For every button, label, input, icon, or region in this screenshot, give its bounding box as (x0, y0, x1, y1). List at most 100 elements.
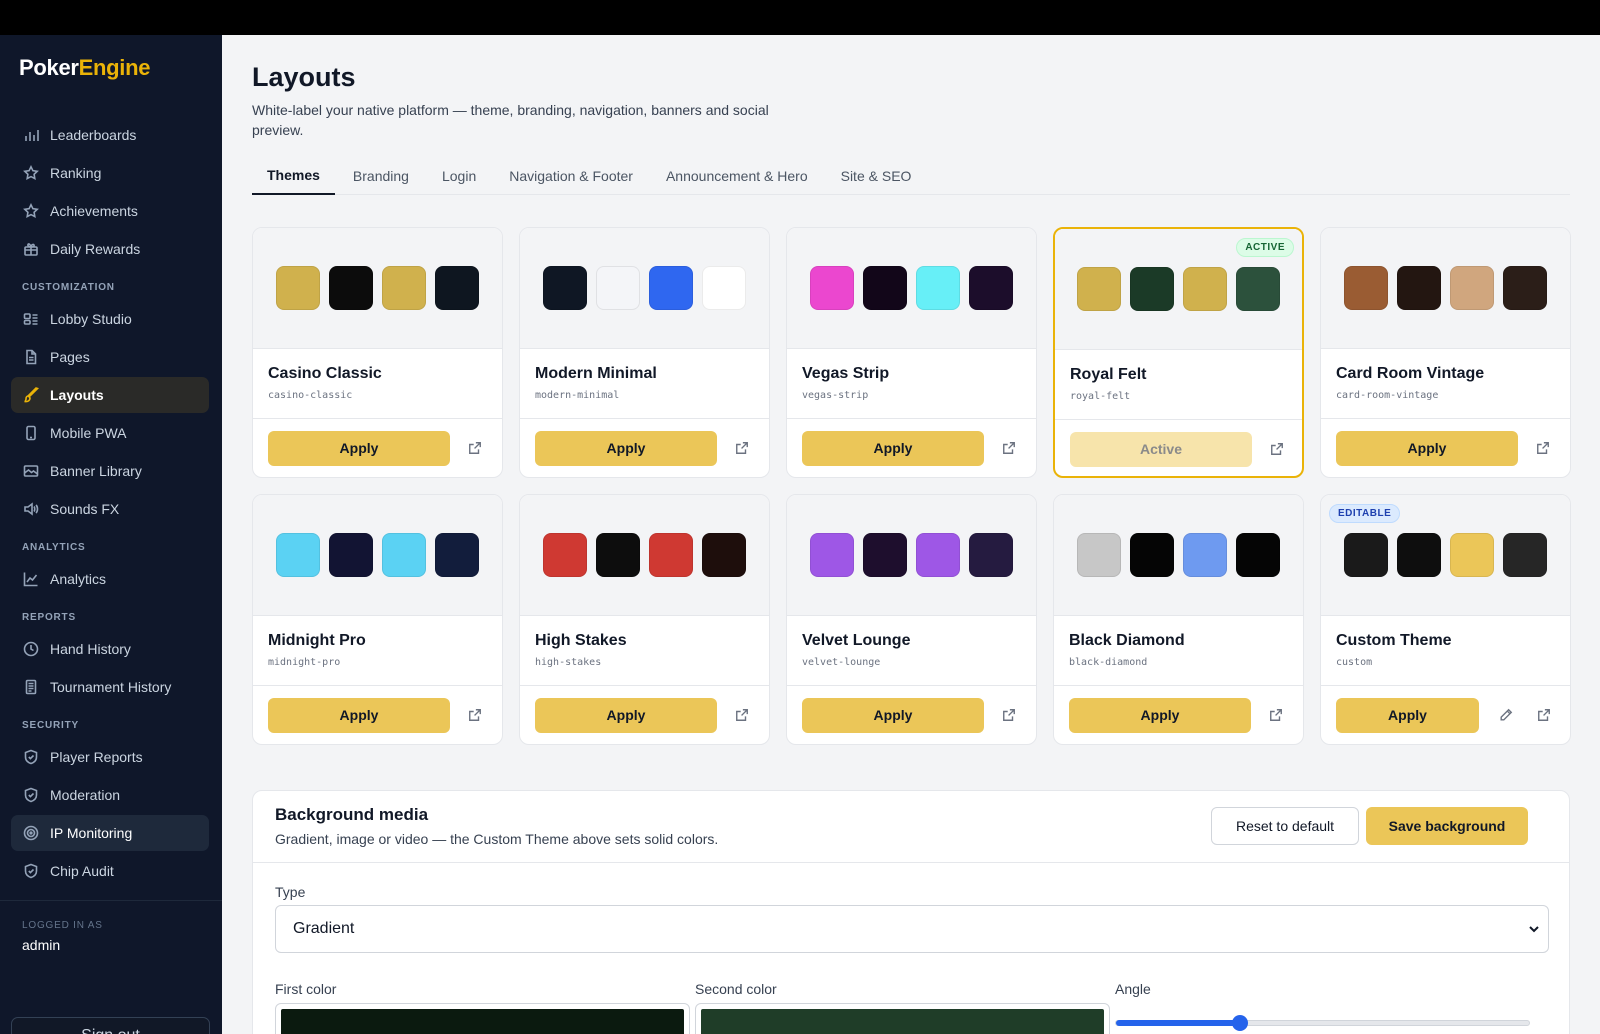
brand-logo-poker: Poker (19, 55, 79, 80)
theme-card-actions: Apply (1321, 686, 1570, 744)
sidebar-item-ip-monitoring[interactable]: IP Monitoring (11, 815, 209, 851)
apply-theme-button[interactable]: Apply (535, 430, 717, 466)
page-subtitle: White-label your native platform — theme… (252, 102, 769, 138)
external-link-icon[interactable] (733, 439, 751, 457)
brand-logo[interactable]: PokerEngine (19, 55, 151, 81)
active-badge: ACTIVE (1236, 238, 1294, 257)
theme-card: Midnight Pro midnight-pro Apply (252, 494, 503, 745)
external-link-icon[interactable] (1534, 439, 1552, 457)
angle-label: Angle (1115, 981, 1151, 997)
tab-login[interactable]: Login (427, 157, 491, 195)
color-swatch (1344, 266, 1388, 310)
sign-out-button[interactable]: Sign out (11, 1017, 210, 1034)
line-chart-icon (23, 571, 39, 587)
tab-site-seo[interactable]: Site & SEO (826, 157, 927, 195)
theme-slug: casino-classic (268, 390, 353, 401)
external-link-icon[interactable] (733, 706, 751, 724)
apply-theme-button[interactable]: Apply (268, 697, 450, 733)
star-icon (23, 165, 39, 181)
sidebar-item-banner-library[interactable]: Banner Library (11, 453, 209, 489)
sidebar-item-layouts[interactable]: Layouts (11, 377, 209, 413)
color-swatch (1077, 533, 1121, 577)
external-link-icon[interactable] (1000, 706, 1018, 724)
color-swatch (1130, 267, 1174, 311)
sidebar-item-label: Leaderboards (50, 127, 137, 143)
angle-slider-thumb[interactable] (1231, 1015, 1248, 1031)
theme-name: Black Diamond (1069, 632, 1185, 649)
theme-card-body: Black Diamond black-diamond (1054, 616, 1303, 686)
sidebar-item-achievements[interactable]: Achievements (11, 193, 209, 229)
tab-navigation-footer[interactable]: Navigation & Footer (494, 157, 648, 195)
pencil-icon[interactable] (1497, 706, 1515, 724)
active-theme-button: Active (1070, 431, 1252, 467)
type-label: Type (275, 884, 306, 900)
theme-card: Vegas Strip vegas-strip Apply (786, 227, 1037, 478)
external-link-icon[interactable] (1268, 440, 1286, 458)
external-link-icon[interactable] (1000, 439, 1018, 457)
sidebar-item-lobby-studio[interactable]: Lobby Studio (11, 301, 209, 337)
color-swatch (435, 266, 479, 310)
theme-slug: black-diamond (1069, 657, 1148, 668)
color-swatch (969, 533, 1013, 577)
theme-card: High Stakes high-stakes Apply (519, 494, 770, 745)
theme-name: High Stakes (535, 632, 627, 649)
color-swatch (329, 266, 373, 310)
apply-theme-button[interactable]: Apply (1336, 430, 1518, 466)
theme-swatch-row (787, 228, 1036, 349)
background-media-panel: Background media Gradient, image or vide… (252, 790, 1570, 1034)
sidebar-item-label: Achievements (50, 203, 138, 219)
sidebar-item-mobile-pwa[interactable]: Mobile PWA (11, 415, 209, 451)
shield-icon (23, 863, 39, 879)
tab-announcement-hero[interactable]: Announcement & Hero (651, 157, 823, 195)
external-link-icon[interactable] (1535, 706, 1553, 724)
sidebar-item-chip-audit[interactable]: Chip Audit (11, 853, 209, 889)
sidebar-item-label: Ranking (50, 165, 102, 181)
sidebar-item-daily-rewards[interactable]: Daily Rewards (11, 231, 209, 267)
external-link-icon[interactable] (466, 439, 484, 457)
second-color-picker[interactable] (695, 1003, 1110, 1034)
apply-theme-button[interactable]: Apply (268, 430, 450, 466)
sidebar-item-tournament-history[interactable]: Tournament History (11, 669, 209, 705)
sidebar-item-analytics[interactable]: Analytics (11, 561, 209, 597)
color-swatch (863, 266, 907, 310)
sidebar-item-hand-history[interactable]: Hand History (11, 631, 209, 667)
theme-name: Vegas Strip (802, 365, 890, 382)
sidebar-item-leaderboards[interactable]: Leaderboards (11, 117, 209, 153)
bar-chart-icon (23, 127, 39, 143)
sidebar-item-pages[interactable]: Pages (11, 339, 209, 375)
sidebar-item-label: Tournament History (50, 679, 172, 695)
theme-card: Black Diamond black-diamond Apply (1053, 494, 1304, 745)
sidebar-item-player-reports[interactable]: Player Reports (11, 739, 209, 775)
apply-theme-button[interactable]: Apply (802, 697, 984, 733)
sidebar-item-sounds-fx[interactable]: Sounds FX (11, 491, 209, 527)
sidebar-item-label: Analytics (50, 571, 107, 587)
theme-name: Card Room Vintage (1336, 365, 1485, 382)
apply-theme-button[interactable]: Apply (535, 697, 717, 733)
reset-to-default-button[interactable]: Reset to default (1211, 807, 1359, 845)
theme-card-actions: Apply (1321, 419, 1570, 477)
layout-icon (23, 311, 39, 327)
theme-swatch-row (520, 495, 769, 616)
theme-card: Casino Classic casino-classic Apply (252, 227, 503, 478)
type-select[interactable]: Gradient (275, 905, 1549, 953)
brand-logo-engine: Engine (78, 55, 151, 80)
angle-slider[interactable] (1115, 1015, 1530, 1031)
theme-card: ACTIVE Royal Felt royal-felt Active (1053, 227, 1304, 478)
color-swatch (1450, 533, 1494, 577)
theme-card-body: Custom Theme custom (1321, 616, 1570, 686)
apply-theme-button[interactable]: Apply (1336, 697, 1479, 733)
external-link-icon[interactable] (1267, 706, 1285, 724)
first-color-picker[interactable] (275, 1003, 690, 1034)
save-background-button[interactable]: Save background (1366, 807, 1528, 845)
chevron-down-icon (1528, 922, 1542, 936)
tab-themes[interactable]: Themes (252, 157, 335, 195)
tab-branding[interactable]: Branding (338, 157, 424, 195)
star-icon (23, 203, 39, 219)
color-swatch (276, 533, 320, 577)
apply-theme-button[interactable]: Apply (1069, 697, 1251, 733)
apply-theme-button[interactable]: Apply (802, 430, 984, 466)
external-link-icon[interactable] (466, 706, 484, 724)
sidebar-item-ranking[interactable]: Ranking (11, 155, 209, 191)
theme-card-actions: Apply (253, 419, 502, 477)
sidebar-item-moderation[interactable]: Moderation (11, 777, 209, 813)
